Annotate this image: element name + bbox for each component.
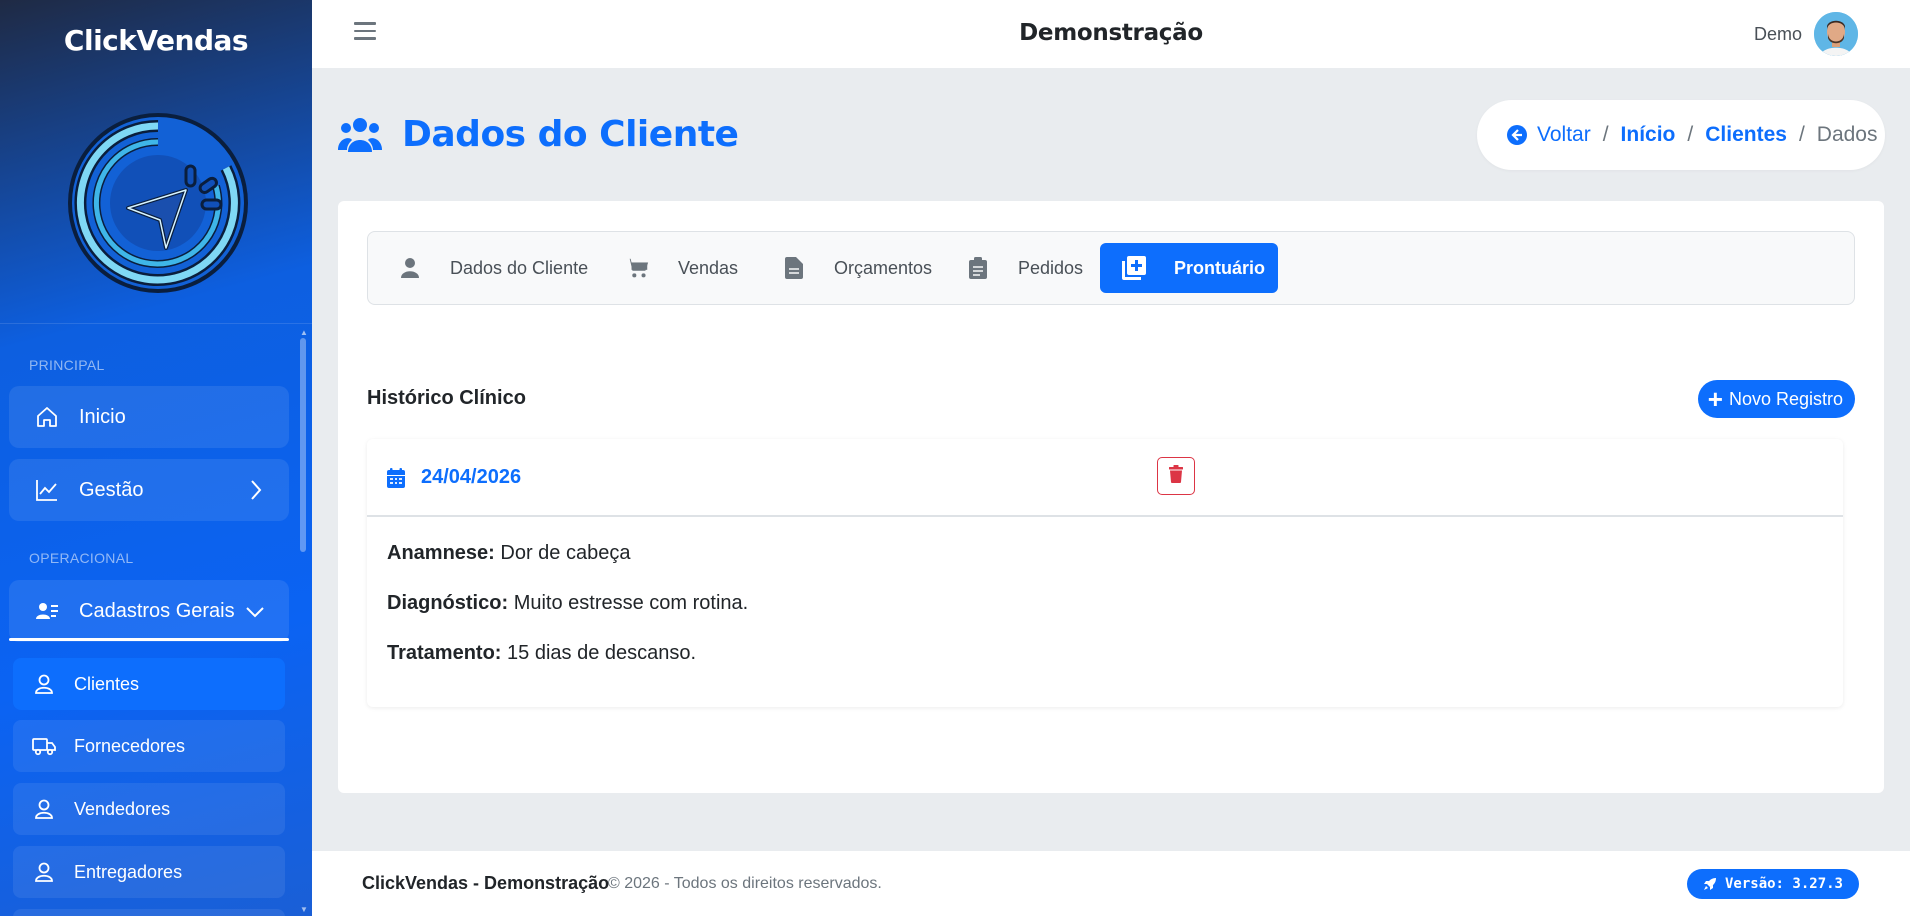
brand-logo-text[interactable]: ClickVendas	[0, 24, 312, 57]
sidebar-item-inicio[interactable]: Inicio	[9, 386, 289, 448]
clinical-record-card: 24/04/2026 Anamnese: Dor de cabeça Diagn…	[367, 439, 1843, 707]
user-icon	[31, 859, 57, 885]
scroll-down-arrow[interactable]: ▼	[300, 905, 308, 914]
breadcrumb-separator: /	[1798, 123, 1805, 146]
footer: ClickVendas - Demonstração © 2026 - Todo…	[312, 851, 1910, 916]
tab-dados-cliente[interactable]: Dados do Cliente	[398, 243, 588, 293]
sidebar-item-gestao[interactable]: Gestão	[9, 459, 289, 521]
sidebar-item-label: Inicio	[79, 405, 126, 428]
address-card-icon	[33, 597, 61, 625]
clipboard-icon	[966, 256, 990, 280]
record-date: 24/04/2026	[387, 466, 521, 489]
tab-label: Prontuário	[1174, 257, 1266, 278]
record-diagnostico: Diagnóstico: Muito estresse com rotina.	[387, 592, 748, 615]
page-title-text: Dados do Cliente	[402, 114, 739, 155]
chevron-right-icon	[249, 479, 263, 507]
record-tratamento: Tratamento: 15 dias de descanso.	[387, 642, 696, 665]
breadcrumb-inicio-link[interactable]: Início	[1621, 123, 1676, 147]
record-date-text: 24/04/2026	[421, 466, 522, 488]
anamnese-label: Anamnese:	[387, 542, 495, 564]
user-icon	[31, 671, 57, 697]
truck-icon	[31, 733, 57, 759]
plus-icon: +	[1707, 384, 1723, 414]
tab-pedidos[interactable]: Pedidos	[966, 243, 1083, 293]
tabs-bar: Dados do Cliente Vendas Orçamentos Pedid…	[367, 231, 1855, 305]
brand-logo-icon	[68, 113, 248, 293]
sidebar-item-cadastros-gerais[interactable]: Cadastros Gerais	[9, 580, 289, 642]
breadcrumb: Voltar / Início / Clientes / Dados	[1477, 100, 1885, 170]
section-title-historico: Histórico Clínico	[367, 387, 526, 409]
scroll-up-arrow[interactable]: ▲	[300, 328, 308, 337]
sidebar-subitem-label: Fornecedores	[74, 735, 186, 756]
topbar-title: Demonstração	[1019, 20, 1203, 46]
tab-prontuario[interactable]: Prontuário	[1100, 243, 1278, 293]
arrow-circle-left-icon	[1507, 125, 1527, 145]
sidebar-subitem-partial[interactable]	[13, 909, 285, 916]
notes-medical-icon	[1122, 256, 1146, 280]
sidebar-item-label: Cadastros Gerais	[79, 599, 235, 622]
topbar: Demonstração Demo	[312, 0, 1910, 68]
new-record-button[interactable]: + Novo Registro	[1697, 380, 1855, 418]
user-icon	[31, 796, 57, 822]
user-name[interactable]: Demo	[1754, 24, 1802, 45]
breadcrumb-clientes-link[interactable]: Clientes	[1705, 123, 1787, 147]
sidebar-item-label: Gestão	[79, 478, 144, 501]
avatar[interactable]	[1814, 12, 1858, 56]
record-header: 24/04/2026	[367, 439, 1843, 517]
sidebar-subitem-fornecedores[interactable]: Fornecedores	[13, 720, 285, 772]
tab-label: Vendas	[678, 257, 739, 278]
diagnostico-value: Muito estresse com rotina.	[513, 592, 749, 614]
tab-orcamentos[interactable]: Orçamentos	[782, 243, 932, 293]
sidebar-subitem-label: Entregadores	[74, 861, 183, 882]
cart-icon	[626, 256, 650, 280]
tab-label: Pedidos	[1018, 257, 1084, 278]
sidebar-subitem-label: Clientes	[74, 673, 140, 694]
sidebar-divider	[0, 323, 312, 324]
client-card: Dados do Cliente Vendas Orçamentos Pedid…	[338, 201, 1884, 793]
record-anamnese: Anamnese: Dor de cabeça	[387, 542, 630, 565]
cadastros-active-underline	[9, 638, 289, 641]
sidebar-scrollbar-thumb[interactable]	[300, 338, 306, 552]
tratamento-label: Tratamento:	[387, 642, 502, 664]
section-label-principal: PRINCIPAL	[29, 357, 105, 373]
calendar-icon	[387, 467, 405, 488]
chart-line-icon	[33, 476, 61, 504]
anamnese-value: Dor de cabeça	[500, 542, 631, 564]
file-icon	[782, 256, 806, 280]
breadcrumb-back-label: Voltar	[1537, 123, 1591, 146]
tab-label: Orçamentos	[834, 257, 933, 278]
breadcrumb-back-link[interactable]: Voltar	[1507, 123, 1591, 147]
user-icon	[398, 256, 422, 280]
breadcrumb-separator: /	[1602, 123, 1609, 146]
trash-icon	[1169, 464, 1183, 488]
tab-label: Dados do Cliente	[450, 257, 589, 278]
rocket-icon	[1703, 877, 1717, 891]
footer-brand: ClickVendas - Demonstração	[362, 873, 610, 893]
sidebar-subitem-vendedores[interactable]: Vendedores	[13, 783, 285, 835]
breadcrumb-current: Dados	[1816, 123, 1878, 146]
home-icon	[33, 403, 61, 431]
version-text: Versão: 3.27.3	[1724, 876, 1843, 892]
version-badge: Versão: 3.27.3	[1686, 869, 1859, 899]
tab-vendas[interactable]: Vendas	[626, 243, 738, 293]
diagnostico-label: Diagnóstico:	[387, 592, 509, 614]
footer-copyright: © 2026 - Todos os direitos reservados.	[608, 875, 882, 892]
new-record-label: Novo Registro	[1728, 388, 1843, 409]
sidebar-subitem-entregadores[interactable]: Entregadores	[13, 846, 285, 898]
section-label-operacional: OPERACIONAL	[29, 550, 134, 566]
tratamento-value: 15 dias de descanso.	[507, 642, 697, 664]
sidebar-subitem-clientes[interactable]: Clientes	[13, 658, 285, 710]
users-icon	[338, 116, 382, 154]
sidebar: ClickVendas PRINCIPAL Inicio Gestão OPER…	[0, 0, 312, 916]
delete-record-button[interactable]	[1157, 457, 1195, 495]
page-title: Dados do Cliente	[338, 114, 739, 155]
breadcrumb-separator: /	[1687, 123, 1694, 146]
chevron-down-icon	[245, 602, 265, 625]
sidebar-subitem-label: Vendedores	[74, 798, 171, 819]
